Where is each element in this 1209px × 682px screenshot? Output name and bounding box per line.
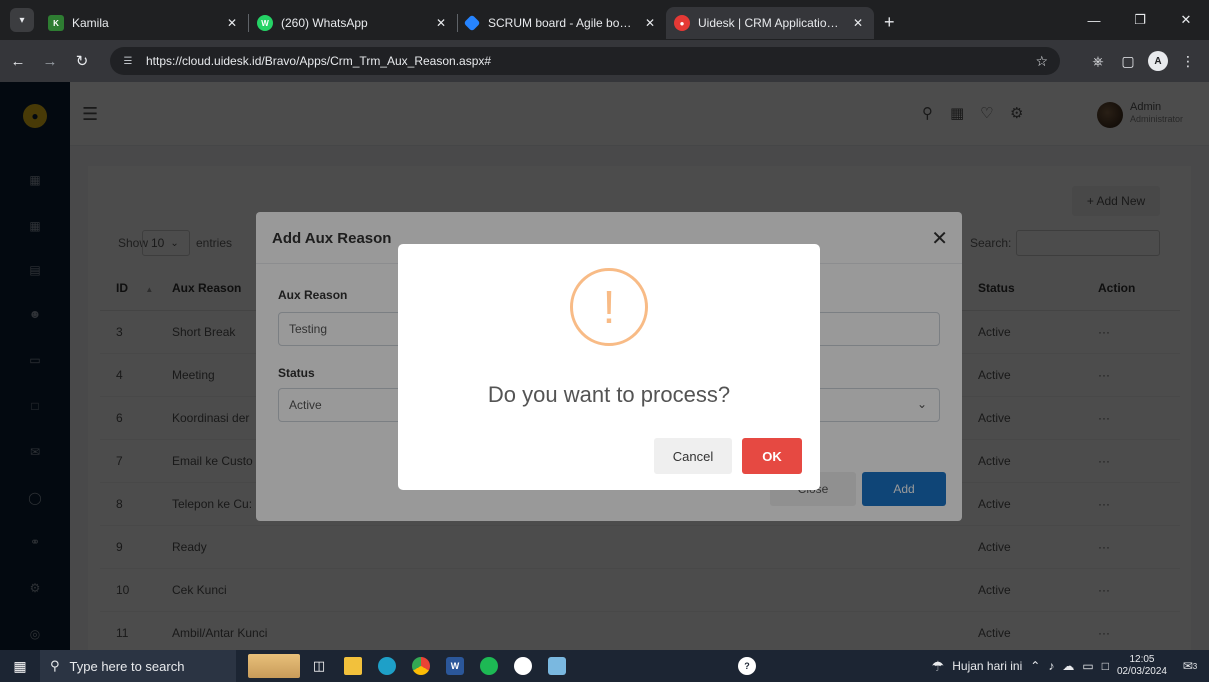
browser-menu-icon[interactable]: ⋮: [1173, 53, 1203, 70]
weather-text[interactable]: Hujan hari ini: [952, 659, 1022, 673]
battery-icon[interactable]: ▭: [1082, 659, 1093, 673]
restore-icon[interactable]: ❐: [1117, 0, 1163, 40]
reload-icon[interactable]: ↻: [68, 47, 96, 75]
ok-button[interactable]: OK: [742, 438, 802, 474]
chrome-icon[interactable]: [406, 650, 436, 682]
browser-tab-jira[interactable]: SCRUM board - Agile board - J ✕: [458, 7, 666, 39]
back-icon[interactable]: ←: [4, 47, 32, 75]
help-icon[interactable]: ?: [732, 650, 762, 682]
uidesk-icon: ●: [674, 15, 690, 31]
web-page: ● ▦ ▦ ▤ ☻ ▭ □ ✉ ◯ ⚭ ⚙ ◎ ☰ ⚲ ▦ ♡ ⚙ Admin …: [0, 82, 1209, 650]
jira-icon: [463, 14, 481, 32]
kamila-favicon: K: [48, 15, 64, 31]
windows-taskbar: ▦ ⚲ Type here to search ◫ W ? ☂ Hujan ha…: [0, 650, 1209, 682]
taskbar-clock[interactable]: 12:05 02/03/2024: [1117, 654, 1167, 678]
taskbar-search-box[interactable]: ⚲ Type here to search: [40, 650, 236, 682]
notes-icon[interactable]: [542, 650, 572, 682]
tab-label: (260) WhatsApp: [281, 16, 368, 30]
notification-count: 3: [1192, 661, 1198, 671]
volume-icon[interactable]: ♪: [1048, 659, 1054, 673]
tab-search-icon[interactable]: ▾: [10, 8, 34, 32]
display-icon[interactable]: □: [1102, 659, 1109, 673]
spotify-icon[interactable]: [474, 650, 504, 682]
close-icon[interactable]: ✕: [642, 16, 658, 30]
browser-tab-uidesk[interactable]: ● Uidesk | CRM Application Syste ✕: [666, 7, 874, 39]
close-icon[interactable]: ✕: [850, 16, 866, 30]
confirm-dialog: ! Do you want to process? Cancel OK: [398, 244, 820, 490]
cancel-button[interactable]: Cancel: [654, 438, 732, 474]
file-explorer-icon[interactable]: [338, 650, 368, 682]
notification-center-icon[interactable]: ✉ 3: [1177, 655, 1203, 677]
system-tray: ☂ Hujan hari ini ⌃ ♪ ☁ ▭ □ 12:05 02/03/2…: [932, 650, 1209, 682]
browser-tab-whatsapp[interactable]: W (260) WhatsApp ✕: [249, 7, 457, 39]
close-icon[interactable]: ✕: [433, 16, 449, 30]
weather-icon[interactable]: ☂: [932, 658, 945, 675]
browser-actions: ⎈ ▢ A ⋮: [1083, 47, 1203, 75]
profile-avatar[interactable]: A: [1148, 51, 1168, 71]
clock-date: 02/03/2024: [1116, 666, 1167, 677]
window-controls: — ❐ ✕: [1071, 0, 1209, 40]
close-icon[interactable]: ✕: [224, 16, 240, 30]
side-panel-icon[interactable]: ▢: [1113, 53, 1143, 70]
browser-tab-kamila[interactable]: K Kamila ✕: [40, 7, 248, 39]
tab-label: SCRUM board - Agile board - J: [488, 16, 636, 30]
search-highlight-image[interactable]: [248, 654, 300, 678]
forward-icon[interactable]: →: [36, 47, 64, 75]
bookmark-star-icon[interactable]: ☆: [1035, 53, 1048, 70]
new-tab-icon[interactable]: +: [884, 12, 895, 33]
url-text: https://cloud.uidesk.id/Bravo/Apps/Crm_T…: [146, 54, 492, 68]
whatsapp-icon: W: [257, 15, 273, 31]
warning-icon: !: [570, 268, 648, 346]
tray-overflow-icon[interactable]: ⌃: [1030, 659, 1040, 673]
browser-tab-strip: ▾ K Kamila ✕ W (260) WhatsApp ✕ SCRUM bo…: [0, 0, 1209, 40]
clock-time: 12:05: [1129, 654, 1155, 665]
edge-icon[interactable]: [372, 650, 402, 682]
windows-start-icon[interactable]: ▦: [0, 650, 40, 682]
address-bar[interactable]: ☰ https://cloud.uidesk.id/Bravo/Apps/Crm…: [110, 47, 1060, 75]
steam-icon[interactable]: [508, 650, 538, 682]
window-close-icon[interactable]: ✕: [1163, 0, 1209, 40]
confirm-message: Do you want to process?: [487, 382, 731, 407]
tab-label: Kamila: [72, 16, 109, 30]
search-icon: ⚲: [50, 658, 60, 673]
minimize-icon[interactable]: —: [1071, 0, 1117, 40]
word-icon[interactable]: W: [440, 650, 470, 682]
task-view-icon[interactable]: ◫: [304, 650, 334, 682]
taskbar-search-placeholder: Type here to search: [69, 658, 185, 674]
browser-toolbar: ← → ↻ ☰ https://cloud.uidesk.id/Bravo/Ap…: [0, 40, 1209, 82]
tab-label: Uidesk | CRM Application Syste: [698, 16, 844, 30]
network-icon[interactable]: ☁: [1062, 659, 1074, 673]
extensions-icon[interactable]: ⎈: [1083, 53, 1113, 70]
site-info-icon[interactable]: ☰: [120, 54, 136, 68]
